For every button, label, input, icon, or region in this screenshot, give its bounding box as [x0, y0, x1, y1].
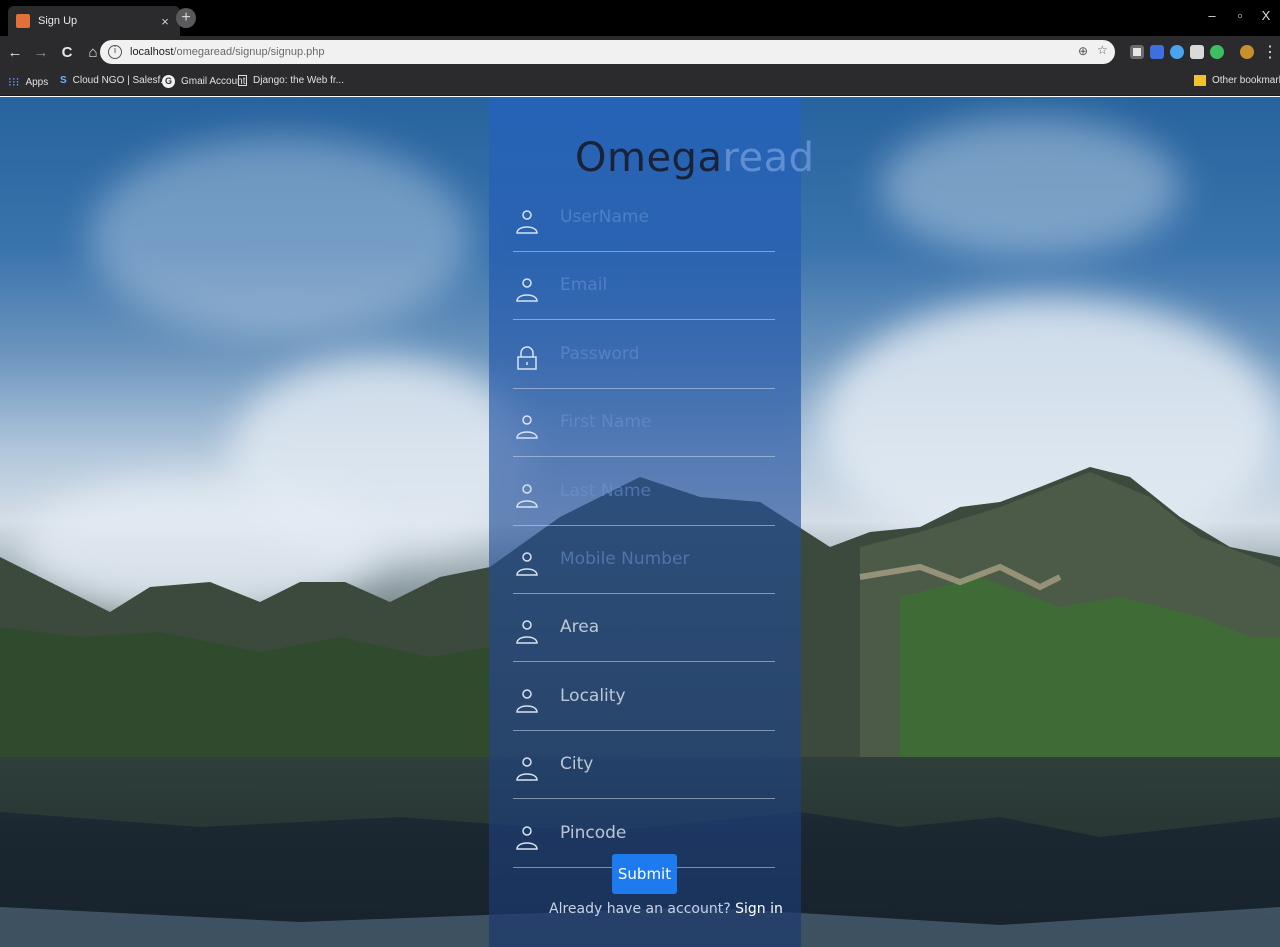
user-icon — [515, 687, 539, 713]
bookmark-gmail[interactable]: G Gmail Account — [162, 75, 245, 88]
field-placeholder: UserName — [560, 207, 649, 227]
zoom-icon[interactable]: ⊕ — [1078, 44, 1088, 58]
field-locality[interactable]: Locality — [513, 679, 775, 731]
field-placeholder: Last Name — [560, 480, 651, 501]
cloud-shape — [880, 117, 1180, 257]
user-icon — [515, 618, 539, 645]
field-city[interactable]: City — [513, 747, 775, 800]
brand-name-part1: Omega — [575, 135, 723, 181]
new-tab-button[interactable]: + — [176, 8, 196, 28]
bookmark-label: Apps — [25, 76, 49, 88]
apps-grid-icon: ⁝⁝⁝ — [8, 75, 20, 89]
favicon-icon — [16, 14, 30, 28]
bookmark-cloud-ngo[interactable]: S Cloud NGO | Salesf... — [60, 75, 169, 86]
address-bar[interactable]: i localhost/omegaread/signup/signup.php … — [100, 40, 1115, 64]
user-icon — [515, 276, 539, 303]
restore-button[interactable]: ▫ — [1228, 8, 1252, 23]
signin-link[interactable]: Sign in — [735, 901, 783, 917]
field-mobile-number[interactable]: Mobile Number — [513, 542, 775, 594]
bookmarks-bar: ⁝⁝⁝ Apps S Cloud NGO | Salesf... G Gmail… — [0, 68, 1280, 96]
submit-button[interactable]: Submit — [612, 854, 677, 894]
bookmark-label: Cloud NGO | Salesf... — [72, 75, 169, 86]
field-placeholder: First Name — [560, 412, 652, 433]
bookmark-django[interactable]: Django: the Web fr... — [238, 75, 344, 86]
user-icon — [515, 413, 539, 439]
field-last-name[interactable]: Last Name — [513, 474, 775, 526]
url-path: /omegaread/signup/signup.php — [173, 46, 325, 58]
page-viewport: Omegaread UserName Email Password First Nam… — [0, 97, 1280, 947]
browser-window: Sign Up × + – ▫ X ← → C ⌂ i localhost/om… — [0, 0, 1280, 947]
tab-strip: Sign Up × + – ▫ X — [0, 0, 1280, 36]
lock-icon — [515, 345, 539, 371]
user-icon — [515, 755, 539, 781]
extension-icon[interactable] — [1190, 45, 1204, 59]
field-placeholder: Password — [560, 343, 640, 364]
bookmark-star-icon[interactable]: ☆ — [1097, 43, 1108, 57]
field-placeholder: Email — [560, 275, 608, 296]
url-host: localhost — [130, 46, 174, 58]
bookmark-apps[interactable]: ⁝⁝⁝ Apps — [8, 75, 48, 89]
page-icon — [238, 75, 247, 86]
bookmark-label: Django: the Web fr... — [253, 75, 344, 86]
field-username[interactable]: UserName — [513, 200, 775, 252]
tab-title: Sign Up — [38, 15, 78, 27]
info-icon[interactable]: i — [108, 45, 122, 59]
tab-sign-up[interactable]: Sign Up × — [8, 6, 180, 36]
tab-close-icon[interactable]: × — [158, 14, 172, 29]
field-password[interactable]: Password — [513, 337, 775, 389]
extension-icon[interactable] — [1130, 45, 1144, 59]
signin-prompt: Already have an account? Sign in — [549, 901, 783, 917]
cloud-shape — [90, 137, 470, 337]
reload-button[interactable]: C — [56, 44, 78, 61]
field-area[interactable]: Area — [513, 610, 775, 663]
field-placeholder: Mobile Number — [560, 549, 690, 569]
field-placeholder: Locality — [560, 685, 626, 706]
user-icon — [515, 550, 539, 576]
extension-icon[interactable] — [1150, 45, 1164, 59]
forward-button[interactable]: → — [30, 44, 52, 61]
salesforce-icon: S — [60, 75, 67, 86]
other-bookmarks[interactable]: Other bookmarks — [1194, 75, 1280, 86]
user-icon — [515, 482, 539, 508]
minimize-button[interactable]: – — [1200, 8, 1224, 23]
field-email[interactable]: Email — [513, 268, 775, 321]
user-icon — [515, 208, 539, 234]
field-placeholder: Area — [560, 617, 600, 638]
brand-name-part2: read — [722, 135, 815, 181]
extension-icon[interactable] — [1170, 45, 1184, 59]
menu-kebab-icon[interactable]: ⋮ — [1262, 42, 1278, 62]
signin-prompt-text: Already have an account? — [549, 901, 731, 917]
profile-avatar[interactable] — [1240, 45, 1254, 59]
field-first-name[interactable]: First Name — [513, 405, 775, 458]
user-icon — [515, 824, 539, 850]
brand-logo: Omegaread — [575, 135, 815, 181]
extension-icon[interactable] — [1210, 45, 1224, 59]
back-button[interactable]: ← — [4, 44, 26, 61]
other-bookmarks-label: Other bookmarks — [1212, 75, 1280, 86]
close-window-button[interactable]: X — [1254, 8, 1278, 23]
field-placeholder: Pincode — [560, 822, 627, 843]
bookmark-label: Gmail Account — [181, 76, 246, 87]
field-placeholder: City — [560, 754, 594, 775]
google-icon: G — [162, 75, 175, 88]
folder-icon — [1194, 75, 1206, 86]
